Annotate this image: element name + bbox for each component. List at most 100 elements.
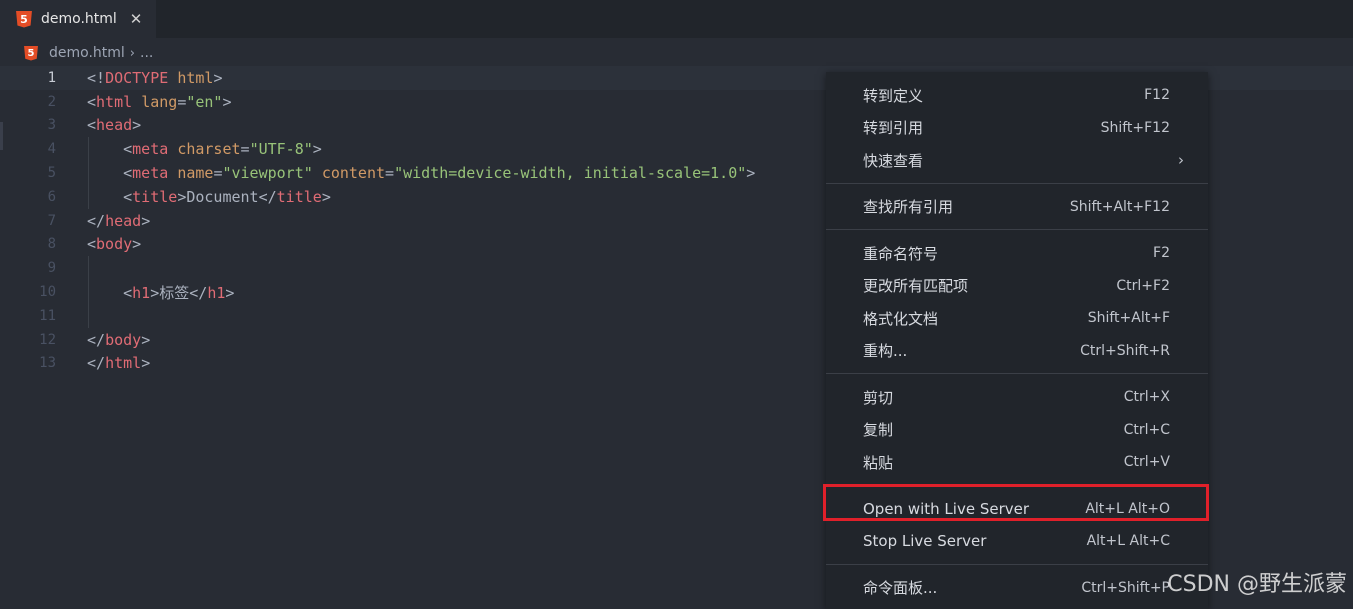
code-token: body: [96, 235, 133, 254]
menu-item[interactable]: 转到定义 F12: [826, 79, 1208, 111]
menu-item-label: 命令面板...: [863, 579, 938, 597]
menu-item-label: 转到定义: [863, 86, 924, 105]
breadcrumb-file[interactable]: demo.html: [49, 45, 125, 61]
code-token: </: [87, 211, 106, 230]
menu-item[interactable]: 更改所有匹配项 Ctrl+F2: [826, 270, 1208, 302]
code-text: </head>: [87, 212, 150, 230]
menu-item-shortcut: Ctrl+Shift+P: [1081, 579, 1170, 596]
line-number: 8: [47, 236, 56, 253]
menu-separator: [826, 563, 1208, 565]
code-token: </: [87, 354, 106, 373]
code-text: <title>Document</title>: [87, 188, 331, 206]
code-text: <html lang="en">: [87, 93, 232, 111]
menu-item-shortcut: Ctrl+Shift+R: [1080, 342, 1170, 359]
menu-item-shortcut: Ctrl+V: [1123, 454, 1170, 470]
code-token: title: [132, 187, 178, 206]
line-number: 3: [47, 117, 56, 134]
menu-item[interactable]: 重构... Ctrl+Shift+R: [826, 335, 1208, 367]
menu-separator: [826, 182, 1208, 184]
menu-item[interactable]: 格式化文档 Shift+Alt+F: [826, 302, 1208, 334]
menu-item[interactable]: Stop Live Server Alt+L Alt+C: [826, 525, 1208, 557]
code-token: html: [177, 68, 214, 87]
code-token: <: [87, 187, 133, 206]
menu-item[interactable]: 粘贴 Ctrl+V: [826, 446, 1208, 478]
menu-item[interactable]: 复制 Ctrl+C: [826, 414, 1208, 446]
line-number: 6: [47, 188, 56, 205]
menu-separator: [826, 373, 1208, 374]
code-line[interactable]: 2 <html lang="en">: [0, 90, 232, 114]
code-token: =: [385, 164, 395, 183]
code-line[interactable]: 13 </html>: [0, 352, 150, 376]
code-token: >: [132, 116, 142, 135]
code-line[interactable]: 4 <meta charset="UTF-8">: [0, 137, 322, 161]
code-text: <meta name="viewport" content="width=dev…: [87, 164, 755, 182]
code-token: <: [87, 116, 97, 135]
code-line[interactable]: 11: [0, 304, 87, 328]
code-token: <!: [87, 68, 106, 87]
line-number: 1: [47, 69, 56, 86]
tab-demo-html[interactable]: 5 demo.html ✕: [0, 0, 156, 38]
code-text: <head>: [87, 116, 141, 134]
code-line[interactable]: 7 </head>: [0, 209, 151, 233]
code-line[interactable]: 9: [0, 256, 87, 280]
menu-item[interactable]: Open with Live Server Alt+L Alt+O: [826, 493, 1208, 525]
menu-item-shortcut: Ctrl+F2: [1116, 277, 1170, 294]
line-number: 2: [47, 93, 56, 110]
close-icon[interactable]: ✕: [130, 10, 143, 28]
code-line[interactable]: 8 <body>: [0, 233, 142, 257]
code-line[interactable]: 12 </body>: [0, 328, 150, 352]
code-token: html: [105, 354, 142, 373]
code-token: h1: [207, 283, 226, 302]
code-line[interactable]: 3 <head>: [0, 114, 142, 138]
code-line[interactable]: 5 <meta name="viewport" content="width=d…: [0, 161, 756, 185]
menu-separator: [826, 484, 1208, 486]
code-token: meta: [132, 164, 169, 183]
menu-item-shortcut: Alt+L Alt+C: [1086, 533, 1170, 549]
code-line[interactable]: 1 <!DOCTYPE html>: [0, 66, 223, 90]
code-token: >: [225, 283, 235, 302]
code-token: >: [132, 235, 142, 254]
line-number: 9: [47, 260, 56, 277]
menu-item[interactable]: 命令面板... Ctrl+Shift+P: [826, 572, 1208, 604]
line-number: 12: [39, 331, 56, 348]
code-text: <body>: [87, 235, 141, 253]
code-line[interactable]: 6 <title>Document</title>: [0, 185, 331, 209]
code-token: >: [141, 211, 151, 230]
code-token: </: [87, 330, 106, 349]
chevron-right-icon: ›: [129, 45, 135, 61]
code-token: html: [96, 92, 133, 111]
breadcrumb: 5 demo.html › ...: [0, 40, 1353, 66]
menu-item[interactable]: 查找所有引用 Shift+Alt+F12: [826, 191, 1208, 223]
menu-item[interactable]: 转到引用 Shift+F12: [826, 112, 1208, 144]
code-text: <h1>标签</h1>: [87, 282, 234, 303]
code-token: >Document</: [177, 187, 277, 206]
code-line[interactable]: 10 <h1>标签</h1>: [0, 280, 234, 304]
menu-item-shortcut: Shift+Alt+F12: [1069, 198, 1170, 215]
menu-item-shortcut: Ctrl+X: [1123, 389, 1170, 405]
menu-item-shortcut: F12: [1144, 87, 1170, 103]
code-token: body: [105, 330, 142, 349]
code-token: DOCTYPE: [105, 68, 169, 87]
menu-item-label: 复制: [863, 421, 894, 439]
code-token: head: [96, 116, 133, 135]
menu-item[interactable]: 快速查看 ›: [826, 144, 1208, 176]
menu-item-label: 剪切: [863, 388, 894, 407]
code-token: lang: [141, 92, 178, 111]
tab-bar: 5 demo.html ✕: [0, 0, 1353, 38]
code-token: name: [177, 164, 214, 183]
code-token: title: [276, 187, 322, 206]
code-token: >: [312, 140, 322, 159]
menu-item[interactable]: 重命名符号 F2: [826, 237, 1208, 269]
html5-icon: 5: [16, 10, 32, 28]
code-token: "UTF-8": [249, 140, 313, 159]
breadcrumb-ellipsis[interactable]: ...: [140, 45, 153, 61]
code-token: h1: [132, 283, 151, 302]
menu-item[interactable]: 剪切 Ctrl+X: [826, 381, 1208, 413]
menu-item-shortcut: Shift+F12: [1100, 119, 1170, 136]
line-number: 11: [39, 307, 56, 324]
code-token: >: [746, 164, 756, 183]
line-number: 5: [47, 165, 56, 182]
line-number: 10: [39, 284, 56, 301]
